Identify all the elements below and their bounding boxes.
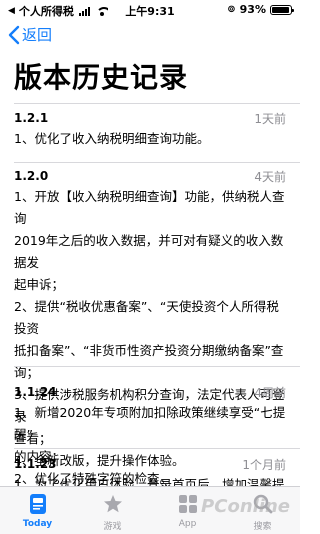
version-header: 1.1.23 1个月前 — [14, 454, 286, 474]
version-notes: 1、为了优化用户体验，登录首页后，增加温馨提醒； — [14, 474, 286, 486]
tab-search[interactable]: 搜索 — [225, 487, 300, 534]
note-line: 1、优化了收入纳税明细查询功能。 — [14, 131, 210, 146]
version-date: 1个月前 — [242, 457, 286, 472]
status-bar: ◀ 个人所得税 上午9:31 ⊚ 93% — [0, 0, 300, 20]
today-icon — [26, 492, 50, 516]
version-item: 1.1.23 1个月前 1、为了优化用户体验，登录首页后，增加温馨提醒； — [0, 454, 300, 486]
battery-fill — [272, 6, 289, 13]
version-number: 1.2.0 — [14, 169, 49, 183]
version-item: 1.2.1 1天前 1、优化了收入纳税明细查询功能。 — [0, 108, 300, 150]
battery-icon — [270, 4, 294, 15]
version-number: 1.2.1 — [14, 111, 49, 125]
version-history-list[interactable]: 1.2.1 1天前 1、优化了收入纳税明细查询功能。 1.2.0 4天前 1、开… — [0, 104, 300, 486]
note-line: 起申诉； — [14, 277, 65, 292]
battery-percent: 93% — [239, 3, 266, 16]
tab-label: Today — [22, 519, 53, 529]
apps-icon — [176, 492, 200, 516]
orientation-lock-icon: ⊚ — [227, 4, 236, 15]
page-title: 版本历史记录 — [14, 61, 189, 94]
note-line: 1、开放【收入纳税明细查询】功能，供纳税人查询 — [14, 189, 285, 226]
note-line: 抵扣备案”、“非货币性资产投资分期缴纳备案”查询； — [14, 343, 284, 380]
tab-label: 游戏 — [103, 522, 122, 532]
status-right: ⊚ 93% — [227, 3, 294, 16]
tab-games[interactable]: 游戏 — [75, 487, 150, 534]
tab-bar: Today 游戏 App 搜索 — [0, 486, 300, 534]
note-line: 2019年之后的收入数据，并可对有疑义的收入数据发 — [14, 233, 284, 270]
version-divider — [14, 162, 300, 163]
tab-today[interactable]: Today — [0, 487, 75, 534]
tab-apps[interactable]: App — [150, 487, 225, 534]
version-date: 4周前 — [254, 385, 286, 400]
version-header: 1.2.0 4天前 — [14, 166, 286, 186]
note-line: 1、为了优化用户体验，登录首页后，增加温馨提醒； — [14, 477, 285, 486]
version-divider — [14, 366, 300, 367]
version-header: 1.2.1 1天前 — [14, 108, 286, 128]
version-number: 1.1.24 — [14, 385, 57, 399]
version-date: 1天前 — [254, 111, 286, 126]
tab-label: App — [178, 519, 197, 529]
chevron-left-icon — [8, 25, 20, 44]
note-line: 2、提供“税收优惠备案”、“天使投资个人所得税投资 — [14, 299, 279, 336]
games-icon — [101, 492, 125, 516]
back-button[interactable]: 返回 — [8, 24, 52, 45]
version-header: 1.1.24 4周前 — [14, 382, 286, 402]
search-icon — [251, 492, 275, 516]
back-button-label: 返回 — [22, 26, 53, 44]
version-notes: 1、优化了收入纳税明细查询功能。 — [14, 128, 286, 150]
tab-label: 搜索 — [253, 522, 272, 532]
note-line: 1、新增2020年专项附加扣除政策继续享受“七提醒” — [14, 405, 286, 442]
version-date: 4天前 — [254, 169, 286, 184]
version-divider — [14, 448, 300, 449]
version-number: 1.1.23 — [14, 457, 57, 471]
